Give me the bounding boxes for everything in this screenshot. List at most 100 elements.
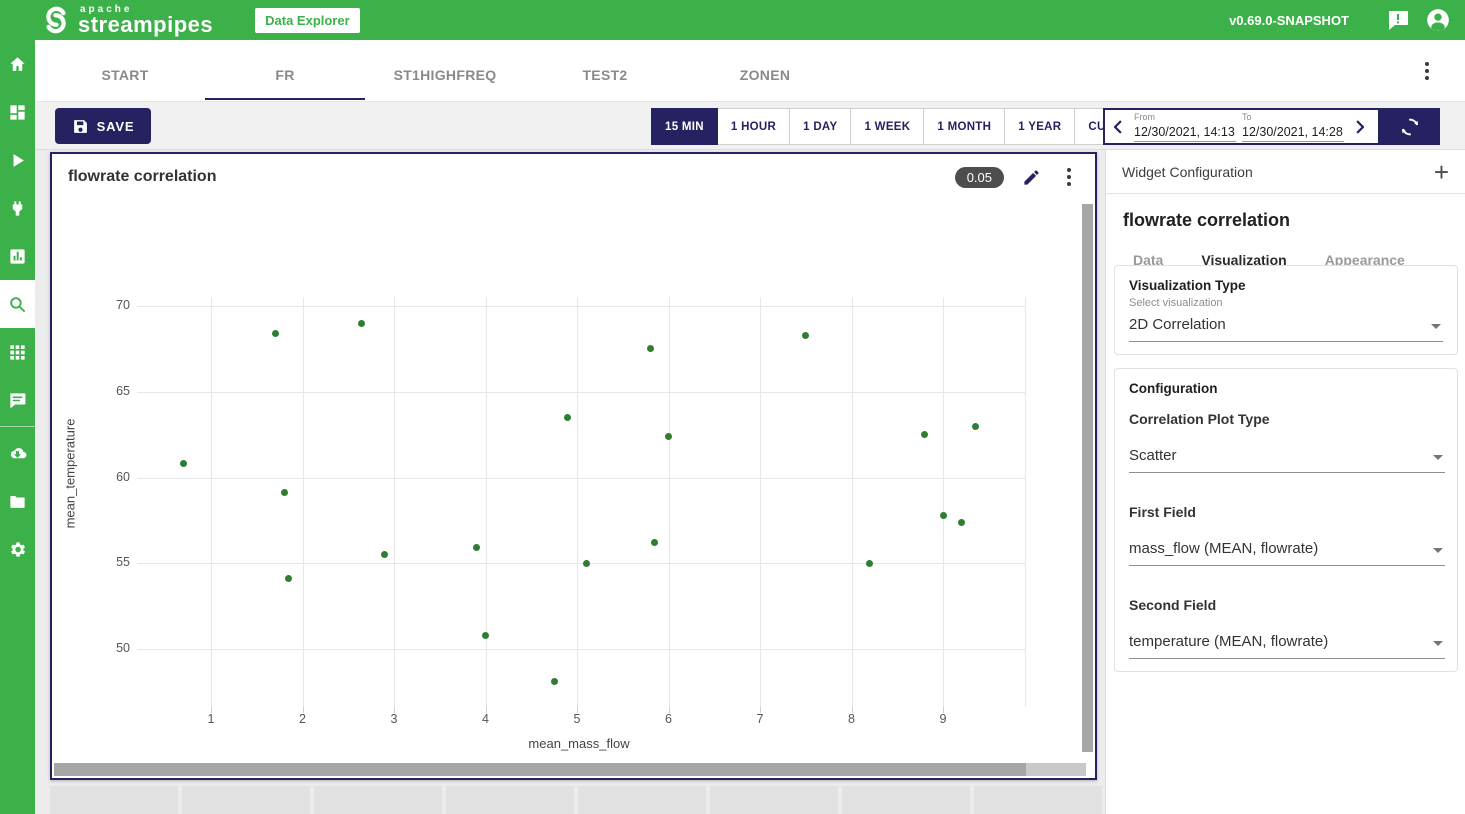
scatter-point (802, 332, 809, 339)
x-tick-label: 2 (283, 712, 323, 726)
chevron-down-icon (1433, 455, 1443, 460)
time-range-1-day[interactable]: 1 DAY (790, 108, 851, 145)
explorer-toolbar: SAVE 15 MIN1 HOUR1 DAY1 WEEK1 MONTH1 YEA… (35, 102, 1465, 150)
sidebar-item-settings[interactable] (0, 525, 35, 573)
chat-icon (8, 391, 27, 410)
add-widget-icon[interactable]: + (1434, 159, 1449, 185)
date-range-picker: From To (1103, 108, 1380, 145)
gridline-y (137, 649, 1025, 650)
account-icon[interactable] (1425, 7, 1451, 33)
sidebar-item-connect[interactable] (0, 184, 35, 232)
gridline-x (669, 297, 670, 707)
gridline-x (211, 297, 212, 707)
y-axis-label: mean_temperature (63, 344, 78, 604)
version-label: v0.69.0-SNAPSHOT (1229, 13, 1349, 28)
previous-range-icon[interactable] (1105, 110, 1131, 143)
visualization-type-card: Visualization Type Select visualization … (1114, 265, 1458, 355)
gridline-y (137, 392, 1025, 393)
scatter-point (866, 560, 873, 567)
sidebar-item-live-dashboard[interactable] (0, 232, 35, 280)
gridline-x (943, 297, 944, 707)
placeholder-tile (974, 786, 1102, 814)
streampipes-logo[interactable]: apache streampipes (40, 4, 213, 36)
vertical-scrollbar[interactable] (1082, 204, 1093, 752)
scatter-point (647, 345, 654, 352)
save-icon (72, 118, 89, 135)
placeholder-tile (50, 786, 178, 814)
y-tick-label: 50 (90, 641, 130, 655)
placeholder-tile (710, 786, 838, 814)
time-range-1-year[interactable]: 1 YEAR (1005, 108, 1075, 145)
next-range-icon[interactable] (1347, 110, 1373, 143)
time-range-group: 15 MIN1 HOUR1 DAY1 WEEK1 MONTH1 YEARCUST… (651, 108, 1154, 145)
sidebar-item-data-explorer[interactable] (0, 280, 35, 328)
sidebar-item-apps[interactable] (0, 328, 35, 376)
gridline-y (137, 563, 1025, 564)
sidebar-item-install[interactable] (0, 429, 35, 477)
y-tick-label: 60 (90, 470, 130, 484)
placeholder-tile (446, 786, 574, 814)
y-tick-label: 55 (90, 555, 130, 569)
x-tick-label: 9 (923, 712, 963, 726)
scatter-point (551, 678, 558, 685)
x-tick-label: 7 (740, 712, 780, 726)
gridline-x (303, 297, 304, 707)
gridline-y (137, 306, 1025, 307)
scatter-point (180, 460, 187, 467)
explorer-tab-test2[interactable]: TEST2 (525, 50, 685, 100)
explorer-tab-start[interactable]: START (45, 50, 205, 100)
sidebar-item-files[interactable] (0, 477, 35, 525)
search-icon (8, 295, 27, 314)
x-axis-label: mean_mass_flow (449, 736, 709, 751)
explorer-tab-st1highfreq[interactable]: ST1HIGHFREQ (365, 50, 525, 100)
dashboard-icon (8, 103, 27, 122)
scatter-point (921, 431, 928, 438)
scatter-plot: mean_temperature mean_mass_flow 70656055… (52, 154, 1095, 778)
save-button[interactable]: SAVE (55, 108, 151, 144)
home-icon (8, 55, 27, 74)
horizontal-scrollbar-track[interactable] (54, 763, 1086, 776)
top-app-bar: apache streampipes Data Explorer v0.69.0… (0, 0, 1465, 40)
time-range-1-hour[interactable]: 1 HOUR (718, 108, 790, 145)
gear-icon (8, 540, 27, 559)
scatter-point (583, 560, 590, 567)
explorer-tab-zonen[interactable]: ZONEN (685, 50, 845, 100)
second-field-select[interactable]: temperature (MEAN, flowrate) (1129, 627, 1445, 659)
scatter-point (940, 512, 947, 519)
visualization-type-select[interactable]: 2D Correlation (1129, 310, 1443, 342)
sidebar-item-notifications[interactable] (0, 376, 35, 424)
chevron-down-icon (1433, 548, 1443, 553)
gridline-x (577, 297, 578, 707)
x-tick-label: 8 (832, 712, 872, 726)
sidebar-item-pipelines[interactable] (0, 136, 35, 184)
refresh-button[interactable] (1380, 108, 1440, 145)
from-date-input[interactable] (1134, 125, 1236, 142)
first-field-label: First Field (1129, 504, 1196, 520)
placeholder-tile (314, 786, 442, 814)
plot-type-select[interactable]: Scatter (1129, 441, 1445, 473)
placeholder-tile (578, 786, 706, 814)
x-tick-label: 1 (191, 712, 231, 726)
sidebar-item-dashboard[interactable] (0, 88, 35, 136)
explorer-tabs: STARTFRST1HIGHFREQTEST2ZONEN (45, 50, 845, 102)
feedback-icon[interactable] (1385, 7, 1411, 33)
first-field-select[interactable]: mass_flow (MEAN, flowrate) (1129, 534, 1445, 566)
scatter-point (958, 519, 965, 526)
time-range-15-min[interactable]: 15 MIN (651, 108, 718, 145)
y-tick-label: 65 (90, 384, 130, 398)
explorer-tab-fr[interactable]: FR (205, 50, 365, 100)
tabbar-kebab-icon[interactable] (1415, 54, 1439, 88)
scatter-point (665, 433, 672, 440)
configuration-heading: Configuration (1129, 381, 1443, 396)
sidebar-item-home[interactable] (0, 40, 35, 88)
time-range-1-month[interactable]: 1 MONTH (924, 108, 1005, 145)
to-date-input[interactable] (1242, 125, 1344, 142)
scatter-point (285, 575, 292, 582)
bar-chart-icon (8, 247, 27, 266)
horizontal-scrollbar-thumb[interactable] (54, 763, 1026, 776)
refresh-icon (1399, 116, 1421, 138)
scatter-point (564, 414, 571, 421)
save-label: SAVE (97, 119, 135, 134)
brand-streampipes: streampipes (78, 14, 213, 36)
time-range-1-week[interactable]: 1 WEEK (851, 108, 924, 145)
